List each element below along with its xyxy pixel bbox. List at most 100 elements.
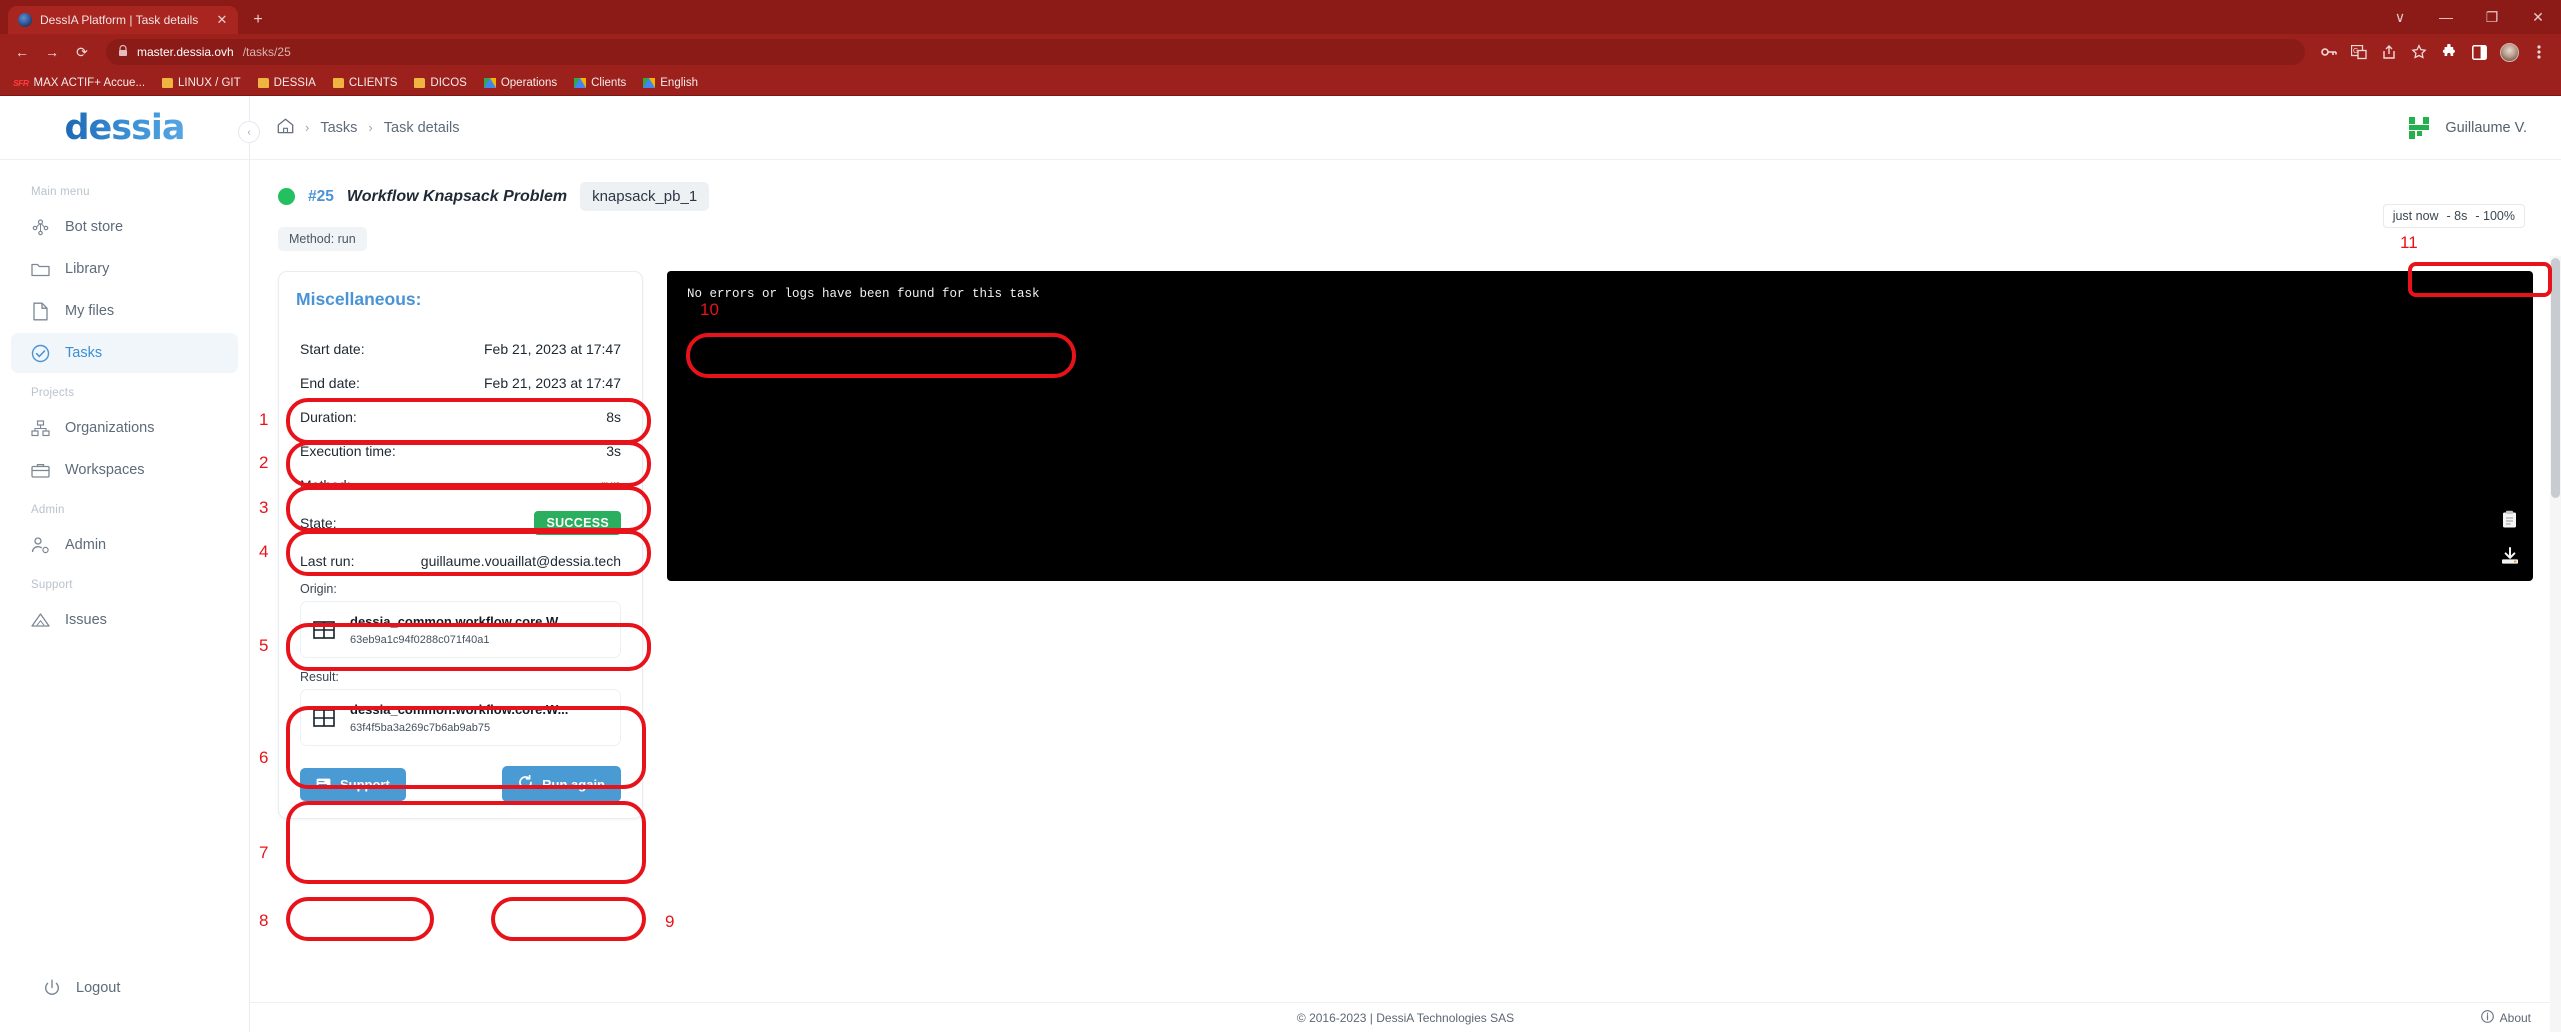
- folder-icon: [414, 77, 426, 88]
- tab-close-icon[interactable]: ✕: [214, 12, 230, 28]
- log-message: No errors or logs have been found for th…: [687, 287, 1040, 301]
- download-icon[interactable]: [2501, 547, 2519, 565]
- bookmark-item[interactable]: CLIENTS: [326, 75, 405, 91]
- row-value: Feb 21, 2023 at 17:47: [484, 341, 621, 357]
- sidebar-item-workspaces[interactable]: Workspaces: [11, 450, 238, 490]
- card-title: Miscellaneous:: [296, 289, 422, 309]
- bookmark-label: CLIENTS: [348, 76, 398, 89]
- briefcase-icon: [31, 461, 50, 480]
- refresh-icon: [518, 774, 533, 793]
- bookmark-label: Clients: [591, 76, 627, 89]
- bookmark-item[interactable]: SFR MAX ACTIF+ Accue...: [6, 75, 152, 91]
- bookmark-item[interactable]: LINUX / GIT: [155, 75, 248, 91]
- row-value: 8s: [606, 409, 621, 425]
- annotation-number-2: 2: [259, 453, 269, 472]
- annotation-number-5: 5: [259, 636, 269, 655]
- restore-icon[interactable]: ❐: [2469, 0, 2515, 34]
- key-icon[interactable]: [2315, 38, 2343, 66]
- share-icon[interactable]: [2375, 38, 2403, 66]
- info-icon: [2480, 1009, 2494, 1026]
- breadcrumb-item-tasks[interactable]: Tasks: [320, 120, 357, 136]
- sidebar-item-organizations[interactable]: Organizations: [11, 408, 238, 448]
- status-badge: SUCCESS: [534, 511, 621, 535]
- translate-icon[interactable]: G: [2345, 38, 2373, 66]
- annotation-number-8: 8: [259, 911, 269, 930]
- origin-text: dessia_common.workflow.core.W... 63eb9a1…: [350, 613, 568, 646]
- address-bar[interactable]: master.dessia.ovh/tasks/25: [106, 39, 2305, 65]
- task-details-page: #25 Workflow Knapsack Problem knapsack_p…: [250, 160, 2561, 1032]
- extensions-puzzle-icon[interactable]: [2435, 38, 2463, 66]
- row-state: State: SUCCESS: [296, 502, 625, 544]
- file-icon: [31, 302, 50, 321]
- row-execution-time: Execution time: 3s: [296, 434, 625, 468]
- tab-search-chevron-icon[interactable]: ∨: [2377, 0, 2423, 34]
- home-icon[interactable]: [277, 118, 294, 138]
- row-key: Last run:: [300, 553, 355, 569]
- result-reference[interactable]: dessia_common.workflow.core.W... 63f4f5b…: [300, 689, 621, 746]
- task-header: #25 Workflow Knapsack Problem knapsack_p…: [250, 160, 2561, 211]
- toolbar-icons: G: [2315, 38, 2553, 66]
- top-bar: › Tasks › Task details Guillaume V.: [250, 96, 2561, 160]
- task-name: Workflow Knapsack Problem: [346, 187, 568, 205]
- sidebar-item-logout[interactable]: Logout: [22, 968, 227, 1008]
- bookmark-label: DESSIA: [273, 76, 316, 89]
- run-again-button[interactable]: Run again: [502, 766, 621, 802]
- folder-icon: [257, 77, 269, 88]
- bookmark-item[interactable]: DICOS: [407, 75, 473, 91]
- sidebar-item-label: Issues: [65, 612, 107, 628]
- sidebar-collapse-button[interactable]: ‹: [238, 121, 260, 143]
- new-tab-button[interactable]: +: [244, 6, 272, 34]
- sidebar-item-label: Bot store: [65, 219, 124, 235]
- sidebar-item-bot-store[interactable]: Bot store: [11, 207, 238, 247]
- bot-store-icon: [31, 218, 50, 237]
- row-duration: Duration: 8s: [296, 400, 625, 434]
- user-gear-icon: [31, 536, 50, 555]
- user-menu[interactable]: Guillaume V.: [2406, 115, 2527, 141]
- sidebar-item-issues[interactable]: Issues: [11, 600, 238, 640]
- row-method: Method: run: [296, 468, 625, 502]
- sidebar-section-label: Main menu: [31, 186, 90, 198]
- org-chart-icon: [31, 419, 50, 438]
- sidebar-item-label: Organizations: [65, 420, 155, 436]
- card-actions: Support Run again: [296, 766, 625, 802]
- chrome-menu-icon[interactable]: [2525, 38, 2553, 66]
- sidebar-item-tasks[interactable]: Tasks: [11, 333, 238, 373]
- scrollbar-thumb[interactable]: [2551, 258, 2560, 498]
- user-name: Guillaume V.: [2445, 119, 2527, 136]
- annotation-number-4: 4: [259, 542, 269, 561]
- bookmarks-bar: SFR MAX ACTIF+ Accue... LINUX / GIT DESS…: [0, 70, 2561, 96]
- bookmark-star-icon[interactable]: [2405, 38, 2433, 66]
- folder-icon: [332, 77, 344, 88]
- origin-name: dessia_common.workflow.core.W...: [350, 614, 569, 629]
- bookmark-item[interactable]: DESSIA: [251, 75, 323, 91]
- close-window-icon[interactable]: ✕: [2515, 0, 2561, 34]
- minimize-icon[interactable]: —: [2423, 0, 2469, 34]
- log-tools: [2501, 510, 2519, 565]
- back-icon[interactable]: ←: [8, 38, 36, 66]
- about-link[interactable]: About: [2480, 1009, 2531, 1026]
- origin-label: Origin:: [300, 582, 337, 596]
- log-panel: No errors or logs have been found for th…: [667, 271, 2533, 581]
- bookmark-item[interactable]: Operations: [477, 75, 564, 91]
- sfr-icon: SFR: [13, 77, 29, 88]
- reload-icon[interactable]: ⟳: [68, 38, 96, 66]
- sidebar-item-library[interactable]: Library: [11, 249, 238, 289]
- bookmark-item[interactable]: English: [636, 75, 705, 91]
- row-key: State:: [300, 515, 337, 531]
- sidebar-item-my-files[interactable]: My files: [11, 291, 238, 331]
- forward-icon[interactable]: →: [38, 38, 66, 66]
- support-button[interactable]: Support: [300, 767, 406, 801]
- browser-tab[interactable]: DessIA Platform | Task details ✕: [8, 6, 238, 34]
- breadcrumb-item-task-details[interactable]: Task details: [384, 120, 460, 136]
- clipboard-copy-icon[interactable]: [2501, 510, 2519, 529]
- side-panel-icon[interactable]: [2465, 38, 2493, 66]
- time-badge: just now - 8s - 100%: [2382, 204, 2525, 228]
- profile-avatar[interactable]: [2495, 38, 2523, 66]
- sidebar-item-admin[interactable]: Admin: [11, 525, 238, 565]
- dessia-logo[interactable]: dessia: [64, 108, 185, 148]
- origin-reference[interactable]: dessia_common.workflow.core.W... 63eb9a1…: [300, 601, 621, 658]
- bookmark-item[interactable]: Clients: [567, 75, 633, 91]
- row-key: End date:: [300, 375, 360, 391]
- sidebar-item-label: My files: [65, 303, 115, 319]
- page-scrollbar[interactable]: [2550, 256, 2561, 1032]
